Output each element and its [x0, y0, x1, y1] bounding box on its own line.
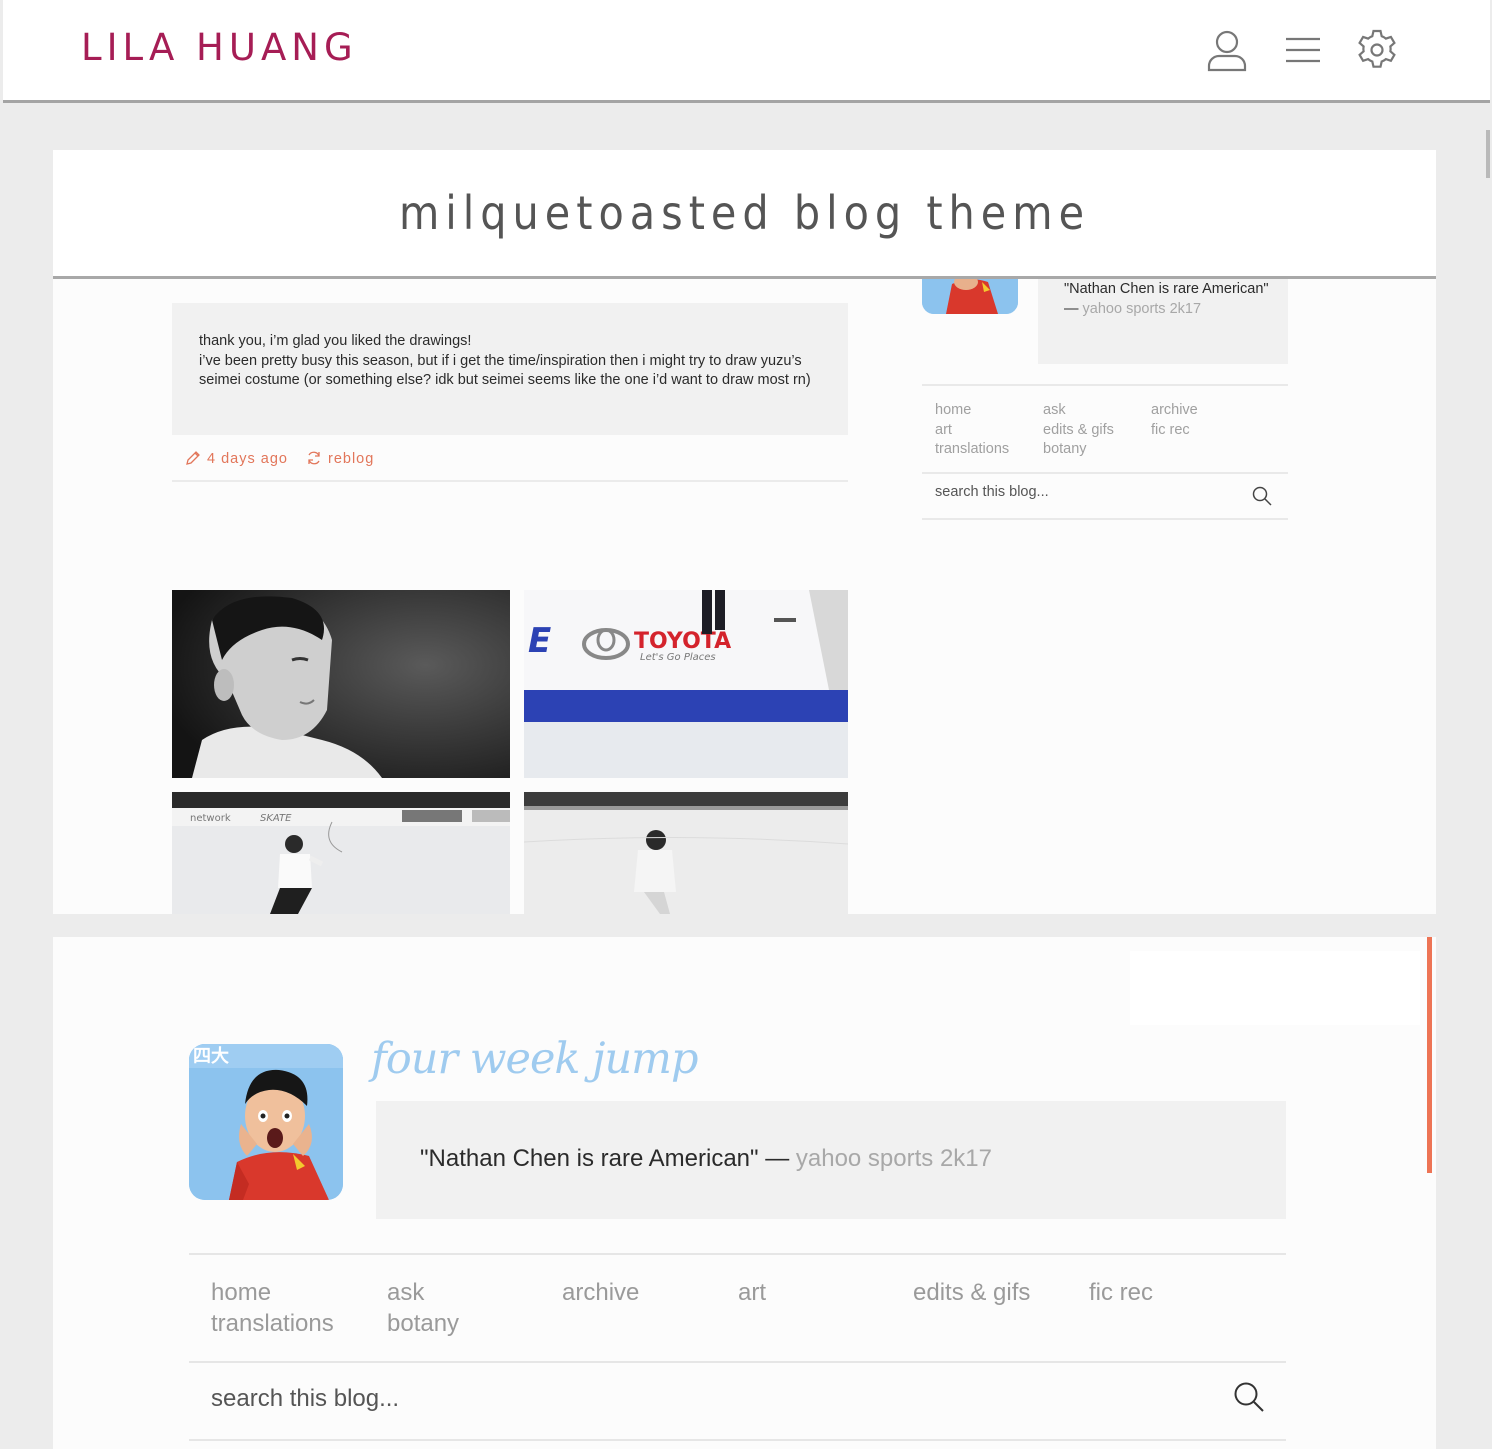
- menu-icon[interactable]: [1281, 28, 1325, 72]
- sidebar-quote-source: yahoo sports 2k17: [1082, 300, 1202, 317]
- search-icon[interactable]: [1252, 486, 1272, 511]
- reblog-icon: [308, 451, 320, 465]
- sidebar-nav-botany[interactable]: botany: [1043, 440, 1114, 460]
- photo-skater-rink-right[interactable]: [524, 792, 848, 914]
- search-icon[interactable]: [1233, 1381, 1265, 1418]
- photo-skater-portrait[interactable]: [172, 590, 510, 778]
- scrollbar-thumb[interactable]: [1486, 130, 1490, 178]
- panel-header: milquetoasted blog theme: [53, 150, 1436, 279]
- blog-avatar[interactable]: 四大: [189, 1044, 343, 1200]
- reblog-link[interactable]: reblog: [306, 450, 374, 467]
- sidebar-search: [922, 472, 1288, 520]
- sidebar-nav: home art translations ask edits & gifs b…: [922, 384, 1288, 474]
- sidebar-nav-home[interactable]: home: [935, 401, 1009, 421]
- sidebar-quote: "Nathan Chen is rare American" — yahoo s…: [1038, 276, 1288, 364]
- sidebar-nav-archive[interactable]: archive: [1151, 401, 1198, 421]
- faint-block: [1130, 951, 1420, 1025]
- answer-line: thank you, i’m glad you liked the drawin…: [199, 333, 472, 349]
- sign-slogan: Let's Go Places: [640, 652, 716, 663]
- sign-brand: TOYOTA: [634, 629, 731, 654]
- blog-description: "Nathan Chen is rare American" — yahoo s…: [376, 1101, 1286, 1219]
- sidebar-preview-panel: 四大 four week jump "Nathan Chen is rare A…: [53, 937, 1436, 1449]
- sidebar-nav-edits-gifs[interactable]: edits & gifs: [1043, 421, 1114, 441]
- settings-icon[interactable]: [1355, 28, 1399, 72]
- blog-quote-body: "Nathan Chen is rare American" —: [420, 1145, 790, 1172]
- nav-fic-rec[interactable]: fic rec: [1089, 1277, 1153, 1308]
- blog-search: [189, 1361, 1286, 1441]
- blog-nav: home translations ask botany archive art…: [189, 1253, 1286, 1363]
- sidebar-avatar[interactable]: [922, 276, 1018, 314]
- nav-ask[interactable]: ask: [387, 1277, 459, 1308]
- board-text-right: SKATE: [260, 813, 292, 824]
- brand-name[interactable]: LILA HUANG: [81, 26, 358, 69]
- svg-text:四大: 四大: [193, 1045, 229, 1067]
- sidebar-nav-translations[interactable]: translations: [935, 440, 1009, 460]
- blog-quote-source: yahoo sports 2k17: [795, 1145, 992, 1172]
- post-time: 4 days ago: [207, 451, 288, 467]
- blog-search-input[interactable]: [211, 1385, 1111, 1413]
- post-time-link[interactable]: 4 days ago: [185, 450, 288, 467]
- board-text-left: network: [190, 813, 231, 824]
- svg-text:E: E: [528, 621, 551, 661]
- blog-description-text: "Nathan Chen is rare American" — yahoo s…: [420, 1145, 992, 1173]
- answer-line: i’ve been pretty busy this season, but i…: [199, 352, 811, 389]
- sidebar-search-input[interactable]: [935, 484, 1235, 500]
- nav-art[interactable]: art: [738, 1277, 766, 1308]
- page-title: milquetoasted blog theme: [398, 186, 1091, 240]
- sidebar-nav-fic-rec[interactable]: fic rec: [1151, 421, 1198, 441]
- user-icon[interactable]: [1205, 28, 1249, 72]
- nav-botany[interactable]: botany: [387, 1308, 459, 1339]
- sidebar-nav-art[interactable]: art: [935, 421, 1009, 441]
- theme-preview-panel: milquetoasted blog theme thank you, i’m …: [53, 150, 1436, 914]
- reblog-label: reblog: [328, 451, 375, 467]
- sidebar-quote-text: "Nathan Chen is rare American" — yahoo s…: [1064, 280, 1274, 319]
- answer-text: thank you, i’m glad you liked the drawin…: [199, 332, 819, 391]
- nav-edits-gifs[interactable]: edits & gifs: [913, 1277, 1030, 1308]
- nav-home[interactable]: home: [211, 1277, 334, 1308]
- accent-bar: [1427, 937, 1432, 1173]
- sidebar-nav-ask[interactable]: ask: [1043, 401, 1114, 421]
- nav-archive[interactable]: archive: [562, 1277, 639, 1308]
- blog-name[interactable]: four week jump: [371, 1034, 698, 1084]
- photo-skater-rink-left[interactable]: network SKATE: [172, 792, 510, 914]
- pencil-icon: [186, 451, 200, 465]
- answer-post: thank you, i’m glad you liked the drawin…: [172, 303, 848, 435]
- photo-skater-jump[interactable]: E TOYOTA Let's Go Places: [524, 590, 848, 778]
- nav-translations[interactable]: translations: [211, 1308, 334, 1339]
- post-meta: 4 days ago reblog: [172, 446, 848, 482]
- top-bar: LILA HUANG: [3, 0, 1490, 103]
